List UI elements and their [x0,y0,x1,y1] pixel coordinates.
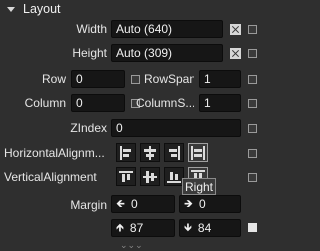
horizontal-alignment-label: HorizontalAlignm... [4,146,105,160]
align-right-button[interactable] [164,143,184,162]
row-field[interactable]: 0 [71,70,125,88]
tooltip-right: Right [182,178,216,195]
row-label: Row [41,72,66,86]
vertical-alignment-label: VerticalAlignment [4,170,97,184]
valign-center-button[interactable] [140,167,160,186]
align-stretch-icon [191,145,205,160]
column-field[interactable]: 0 [71,94,125,112]
height-property-marker[interactable] [248,49,257,58]
reset-height-icon[interactable] [230,48,241,59]
width-field[interactable]: Auto (640) [111,20,223,38]
margin-bottom-field[interactable]: 🡻 84 [179,219,241,237]
columnspan-label: ColumnS... [136,96,194,110]
more-indicator-icon: ⌄⌄⌄ [120,240,143,250]
margin-left-field[interactable]: 🡸 0 [111,195,175,213]
align-left-button[interactable] [116,143,136,162]
margin-right-field[interactable]: 🡺 0 [179,195,241,213]
align-stretch-button[interactable] [188,143,208,162]
arrow-down-icon: 🡻 [184,221,192,234]
margin-label: Margin [70,198,107,212]
reset-width-icon[interactable] [230,24,241,35]
columnspan-property-marker[interactable] [248,99,257,108]
margin-top-value: 87 [129,221,144,235]
align-left-icon [119,145,133,160]
rowspan-field[interactable]: 1 [199,70,241,88]
arrow-right-icon: 🡺 [184,197,193,210]
row-property-marker[interactable] [131,75,140,84]
vertical-alignment-property-marker[interactable] [248,173,257,182]
section-title: Layout [23,2,61,16]
zindex-label: ZIndex [70,121,107,135]
height-label: Height [72,46,107,60]
width-label: Width [76,22,107,36]
arrow-left-icon: 🡸 [116,197,125,210]
zindex-property-marker[interactable] [248,124,257,133]
valign-top-button[interactable] [116,167,136,186]
valign-top-icon [119,170,133,184]
rowspan-label: RowSpan [144,72,194,86]
collapse-triangle-icon[interactable] [7,6,15,12]
margin-property-marker[interactable] [248,223,257,232]
valign-center-icon [143,170,157,184]
arrow-up-icon: 🡹 [116,221,124,234]
layout-section-header[interactable]: Layout [0,0,262,18]
align-center-icon [143,145,157,160]
width-property-marker[interactable] [248,25,257,34]
margin-bottom-value: 84 [197,221,212,235]
height-field[interactable]: Auto (309) [111,44,223,62]
margin-top-field[interactable]: 🡹 87 [111,219,175,237]
valign-bottom-button[interactable] [164,167,184,186]
margin-left-value: 0 [130,197,138,211]
rowspan-property-marker[interactable] [248,75,257,84]
horizontal-alignment-group [116,143,212,162]
align-right-icon [167,145,181,160]
zindex-field[interactable]: 0 [111,119,241,137]
horizontal-alignment-property-marker[interactable] [248,149,257,158]
columnspan-field[interactable]: 1 [199,94,241,112]
margin-right-value: 0 [198,197,206,211]
column-label: Column [24,96,66,110]
valign-bottom-icon [167,170,181,184]
align-center-button[interactable] [140,143,160,162]
